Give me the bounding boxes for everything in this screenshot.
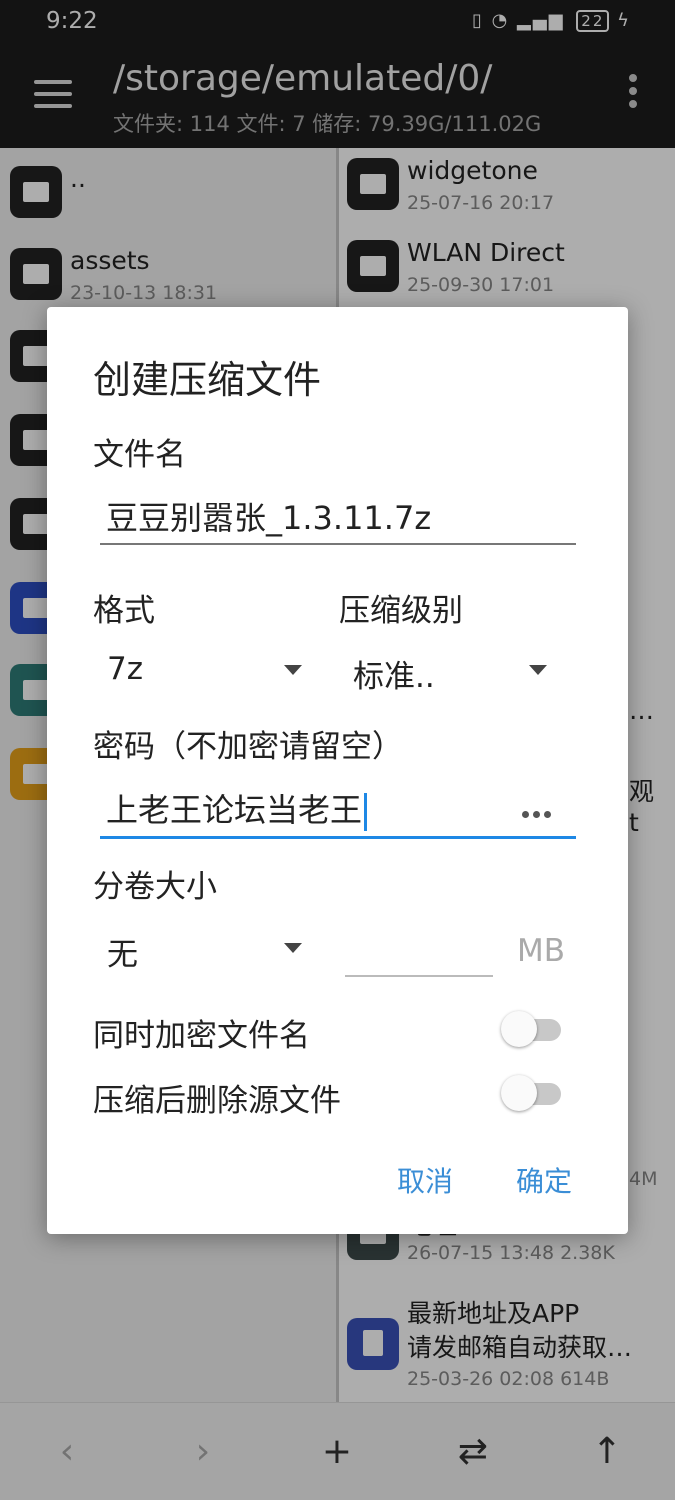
format-label: 格式 [93,593,155,629]
password-value: 上老王论坛当老王 [106,791,363,829]
split-size-input[interactable] [345,929,493,977]
split-size-label: 分卷大小 [93,869,217,905]
delete-source-label: 压缩后删除源文件 [93,1083,341,1119]
chevron-down-icon [284,665,302,675]
format-select[interactable]: 7z [107,651,307,695]
compression-level-select[interactable]: 标准.. [353,651,553,695]
text-cursor [364,793,368,831]
split-size-value: 无 [107,937,138,973]
create-archive-dialog: 创建压缩文件 文件名 豆豆别嚣张_1.3.11.7z 格式 压缩级别 7z 标准… [47,307,628,1234]
password-input[interactable]: 上老王论坛当老王 [100,785,576,839]
compression-level-value: 标准.. [353,659,435,695]
confirm-button[interactable]: 确定 [516,1160,572,1200]
password-label: 密码（不加密请留空） [93,729,403,765]
cancel-button[interactable]: 取消 [397,1160,453,1200]
split-size-select[interactable]: 无 [107,929,307,973]
split-size-unit: MB [517,933,566,969]
encrypt-filenames-label: 同时加密文件名 [93,1018,310,1054]
chevron-down-icon [284,943,302,953]
chevron-down-icon [529,665,547,675]
encrypt-filenames-toggle[interactable] [501,1009,563,1047]
filename-input[interactable]: 豆豆别嚣张_1.3.11.7z [100,493,576,545]
dialog-title: 创建压缩文件 [93,358,322,402]
compression-level-label: 压缩级别 [339,593,463,629]
more-dots-icon[interactable] [522,803,562,818]
delete-source-toggle[interactable] [501,1073,563,1111]
filename-label: 文件名 [93,437,186,473]
format-value: 7z [107,651,143,687]
